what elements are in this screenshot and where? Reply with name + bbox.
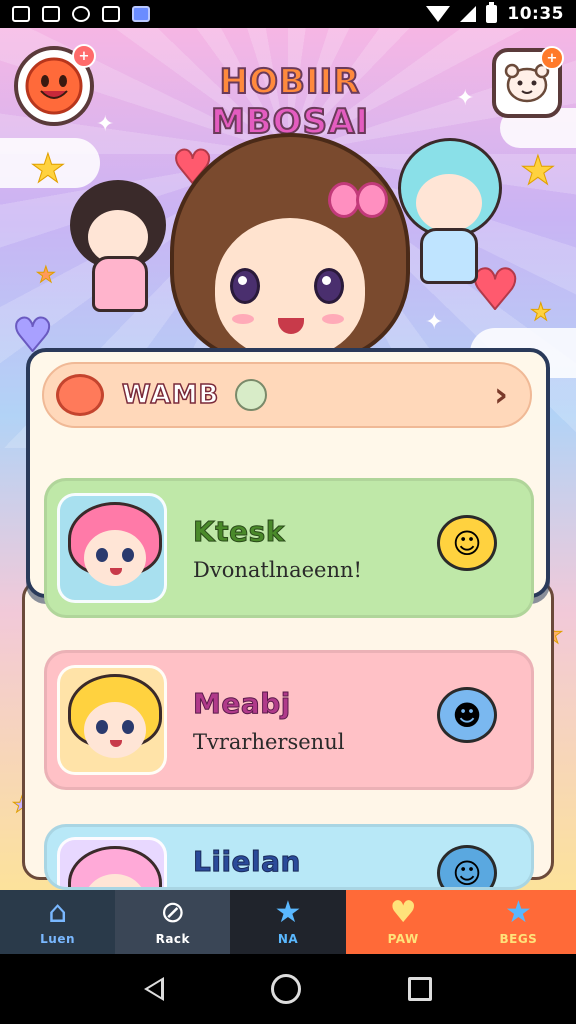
nav-item-na[interactable]: ★ NA — [230, 890, 346, 954]
pet-menu-button[interactable]: + — [492, 46, 564, 118]
status-bar: 10:35 — [0, 0, 576, 28]
system-nav-bar — [0, 954, 576, 1024]
apple-mascot-icon — [56, 374, 104, 416]
compass-icon: ⊘ — [160, 895, 186, 930]
nav-label: Luen — [40, 932, 76, 946]
recent-apps-icon[interactable] — [408, 977, 433, 1001]
blob-face-icon: ☻ — [437, 687, 497, 743]
smiley-face-icon — [25, 57, 83, 115]
nav-item-home[interactable]: ⌂ Luen — [0, 890, 116, 954]
sparkle-icon: ✦ — [456, 86, 475, 111]
nav-item-rack[interactable]: ⊘ Rack — [115, 890, 231, 954]
gallery-icon — [132, 6, 150, 22]
home-icon[interactable] — [270, 974, 301, 1004]
photo-icon — [12, 6, 30, 22]
card-title: Meabj — [192, 686, 291, 720]
cat-face-icon: ☺ — [437, 515, 497, 571]
bow-decoration — [328, 178, 388, 218]
battery-icon — [486, 2, 498, 23]
section-header-button[interactable]: WAMB › — [42, 362, 532, 428]
nav-label: Rack — [155, 932, 191, 946]
back-icon[interactable] — [143, 977, 164, 1001]
nav-label: PAW — [387, 932, 419, 946]
house-icon: ⌂ — [48, 895, 68, 930]
sparkle-icon: ✦ — [96, 112, 115, 137]
pet-face-icon — [504, 63, 550, 103]
character-card[interactable]: Liielan ☺ — [44, 824, 534, 890]
nav-item-paw[interactable]: ♥ PAW — [345, 890, 461, 954]
card-title: Liielan — [193, 845, 301, 879]
notification-badge: + — [540, 46, 564, 70]
character-card[interactable]: Ktesk Dvonatlnaeenn! ☺ — [44, 478, 534, 618]
sync-icon — [72, 6, 90, 22]
sparkle-icon: ✦ — [425, 310, 444, 335]
star-icon: ★ — [274, 895, 302, 930]
sheep-icon — [235, 379, 268, 411]
section-header-label: WAMB — [121, 379, 220, 411]
image-icon — [102, 6, 120, 22]
profile-face-button[interactable]: + — [14, 44, 96, 126]
character-card[interactable]: Meabj Tvrarhersenul ☻ — [44, 650, 534, 790]
avatar — [57, 665, 167, 775]
star-decoration-icon: ★ — [520, 148, 557, 195]
nav-label: BEGS — [499, 932, 538, 946]
wifi-icon — [426, 6, 451, 22]
bottom-nav: ⌂ Luen ⊘ Rack ★ NA ♥ PAW ★ BEGS — [0, 890, 576, 954]
app-title: HOBIIR MBOSAI — [140, 61, 440, 143]
avatar — [57, 837, 167, 887]
star-decoration-icon: ★ — [36, 263, 57, 289]
chevron-right-icon: › — [493, 375, 508, 415]
star-decoration-icon: ★ — [30, 146, 67, 193]
nav-item-begs[interactable]: ★ BEGS — [460, 890, 576, 954]
blob-face-icon: ☺ — [437, 845, 497, 887]
card-subtitle: Dvonatlnaeenn! — [193, 557, 362, 582]
star-icon: ★ — [504, 895, 532, 930]
notification-badge: + — [72, 44, 96, 68]
status-time: 10:35 — [507, 4, 564, 24]
card-subtitle: Tvrarhersenul — [193, 729, 345, 754]
card-title: Ktesk — [193, 514, 285, 548]
signal-icon — [460, 6, 477, 22]
nav-label: NA — [277, 932, 299, 946]
status-indicators: 10:35 — [426, 2, 564, 24]
star-decoration-icon: ★ — [530, 298, 552, 327]
heart-icon: ♥ — [389, 895, 417, 930]
avatar — [57, 493, 167, 603]
image-icon — [42, 6, 60, 22]
title-part-1: HOBIIR — [219, 61, 361, 103]
